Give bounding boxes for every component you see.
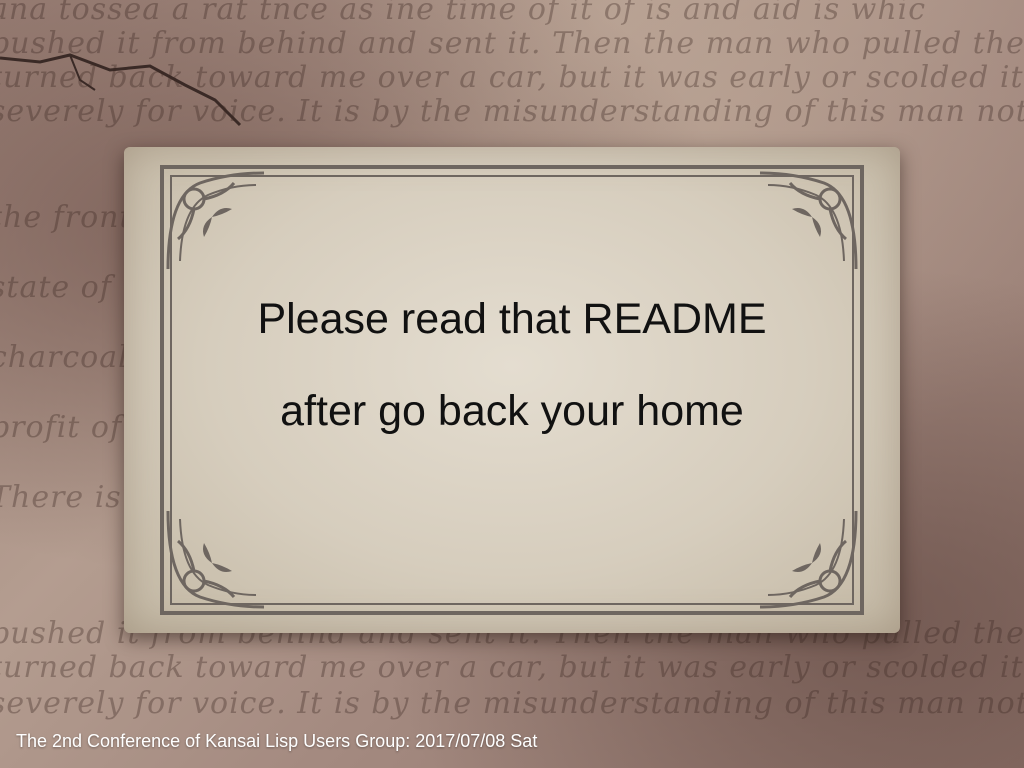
ornament-corner-top-left xyxy=(166,171,265,270)
message-line-1: Please read that README xyxy=(257,295,767,343)
ornament-corner-top-right xyxy=(759,171,858,270)
wall-crack xyxy=(0,53,242,127)
message-line-2: after go back your home xyxy=(280,387,744,435)
footer-caption: The 2nd Conference of Kansai Lisp Users … xyxy=(16,731,538,751)
ornament-corner-bottom-right xyxy=(759,510,858,609)
ornament-corner-bottom-left xyxy=(166,510,265,609)
message-card: Please read that README after go back yo… xyxy=(124,147,900,633)
